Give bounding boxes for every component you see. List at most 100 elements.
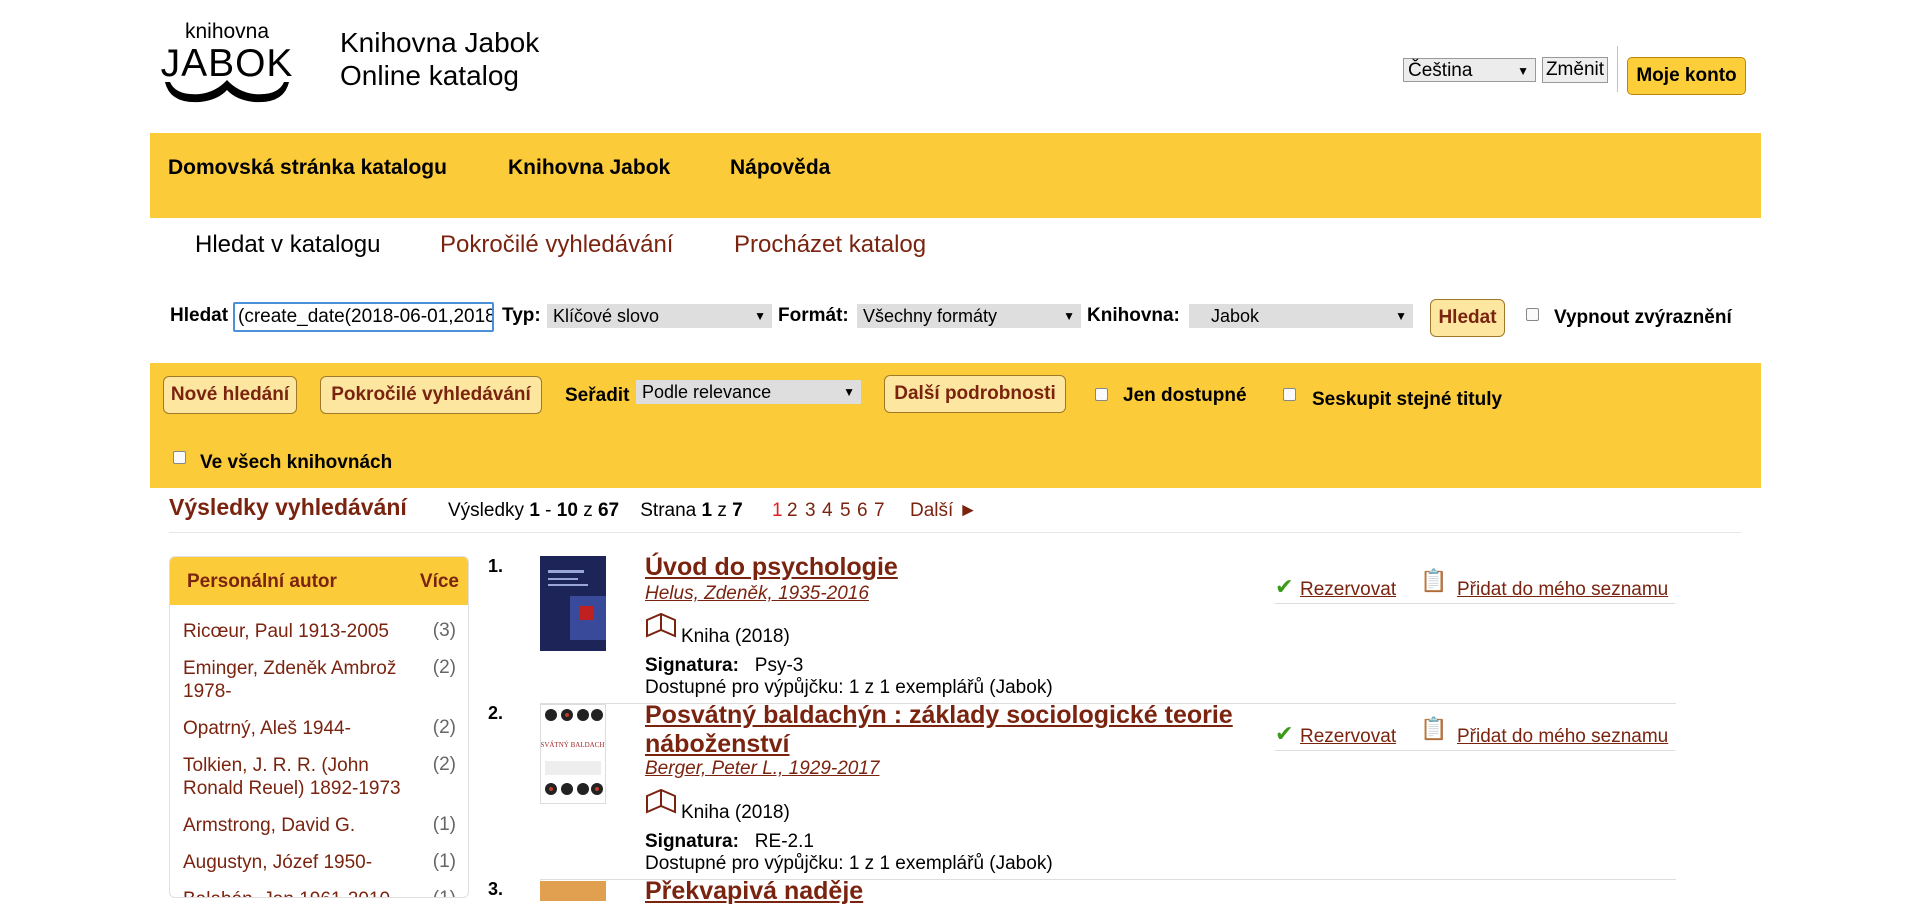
all-libraries-checkbox[interactable]: [173, 451, 186, 464]
author-facet: Personální autor Více Ricœur, Paul 1913-…: [169, 556, 469, 898]
checkmark-icon: ✔: [1275, 721, 1294, 746]
library-select[interactable]: Jabok ▼: [1189, 304, 1413, 328]
page-link[interactable]: 4: [822, 499, 833, 523]
record-number: 2.: [488, 703, 504, 723]
reserve-link[interactable]: Rezervovat: [1300, 579, 1396, 601]
page-link-active[interactable]: 1: [772, 499, 783, 523]
search-input[interactable]: (create_date(2018-06-01,2018: [233, 302, 494, 332]
facet-count: (2): [432, 657, 456, 678]
facet-count: (1): [433, 888, 456, 897]
library-select-value: Jabok: [1211, 306, 1260, 326]
record-number: 1.: [488, 556, 504, 576]
main-nav: Domovská stránka katalogu Knihovna Jabok…: [150, 133, 1761, 218]
facet-author-link[interactable]: Ricœur, Paul 1913-2005: [183, 620, 413, 643]
more-details-button[interactable]: Další podrobnosti: [884, 375, 1066, 413]
page-link[interactable]: 6: [857, 499, 868, 523]
page-link[interactable]: 3: [805, 499, 816, 523]
record-number: 3.: [488, 879, 504, 899]
dropdown-arrow-icon: ▼: [754, 309, 766, 323]
new-search-button[interactable]: Nové hledání: [163, 376, 297, 414]
library-label: Knihovna:: [1087, 305, 1180, 326]
logo-small-text: knihovna: [185, 20, 269, 43]
record-title-link[interactable]: Úvod do psychologie: [645, 553, 898, 582]
book-cover[interactable]: [540, 881, 606, 901]
available-only-checkbox[interactable]: [1095, 388, 1108, 401]
all-libraries-label: Ve všech knihovnách: [200, 452, 393, 473]
record-author-link[interactable]: Helus, Zdeněk, 1935-2016: [645, 583, 869, 605]
facet-author-link[interactable]: Opatrný, Aleš 1944-: [183, 717, 413, 740]
change-language-button[interactable]: Změnit: [1542, 57, 1608, 83]
results-of: z: [583, 500, 593, 521]
language-select[interactable]: Čeština ▼: [1403, 58, 1536, 82]
facet-count: (1): [432, 851, 456, 872]
call-number-value: Psy-3: [754, 655, 804, 676]
facet-count: (3): [432, 620, 456, 641]
format-label: Formát:: [778, 305, 849, 326]
book-icon: [645, 788, 677, 816]
facet-author-link[interactable]: Tolkien, J. R. R. (John Ronald Reuel) 18…: [183, 754, 413, 800]
reserve-link[interactable]: Rezervovat: [1300, 726, 1396, 748]
dropdown-arrow-icon: ▼: [1517, 64, 1529, 78]
book-cover[interactable]: [540, 556, 606, 651]
cover-title-text: POSVÁTNÝ BALDACHÝN: [541, 741, 605, 749]
nav-library[interactable]: Knihovna Jabok: [508, 155, 670, 181]
clipboard-icon: 📋: [1420, 568, 1448, 593]
header-divider: [1617, 46, 1618, 92]
library-logo[interactable]: knihovna JABOK: [160, 20, 295, 112]
action-divider: [1275, 750, 1675, 751]
tab-search-catalog[interactable]: Hledat v katalogu: [195, 232, 380, 258]
facet-title: Personální autor: [187, 571, 337, 592]
call-number-label: Signatura:: [645, 831, 739, 852]
page-current: 1: [701, 500, 713, 521]
my-account-button[interactable]: Moje konto: [1627, 57, 1746, 95]
results-dash: -: [545, 500, 552, 521]
search-submit-button[interactable]: Hledat: [1430, 299, 1505, 337]
highlight-checkbox[interactable]: [1526, 308, 1539, 321]
results-heading: Výsledky vyhledávání: [169, 494, 407, 520]
page-link[interactable]: 2: [787, 499, 798, 523]
tab-browse-catalog[interactable]: Procházet katalog: [734, 232, 926, 258]
record-call-number: Signatura: Psy-3: [645, 655, 803, 677]
facet-author-link[interactable]: Eminger, Zdeněk Ambrož 1978-: [183, 657, 413, 703]
results-from: 1: [529, 500, 540, 521]
page-link[interactable]: 5: [840, 499, 851, 523]
highlight-label: Vypnout zvýraznění: [1554, 307, 1732, 328]
action-divider: [1275, 603, 1675, 604]
record-title-link[interactable]: Posvátný baldachýn : základy sociologick…: [645, 701, 1265, 759]
add-to-list-link[interactable]: Přidat do mého seznamu: [1457, 579, 1668, 601]
nav-help[interactable]: Nápověda: [730, 155, 830, 181]
type-select-value: Klíčové slovo: [553, 306, 660, 326]
facet-author-link[interactable]: Armstrong, David G.: [183, 814, 413, 837]
available-only-label: Jen dostupné: [1123, 385, 1247, 406]
add-to-list-link[interactable]: Přidat do mého seznamu: [1457, 726, 1668, 748]
record-type: Kniha (2018): [681, 626, 790, 647]
type-select[interactable]: Klíčové slovo ▼: [547, 304, 772, 328]
page-link[interactable]: 7: [874, 499, 885, 523]
nav-catalog-home[interactable]: Domovská stránka katalogu: [168, 155, 447, 181]
call-number-value: RE-2.1: [754, 831, 814, 852]
advanced-search-button[interactable]: Pokročilé vyhledávání: [320, 376, 542, 414]
facet-more-link[interactable]: Více: [420, 571, 459, 593]
record-author-link[interactable]: Berger, Peter L., 1929-2017: [645, 758, 880, 780]
group-titles-checkbox[interactable]: [1283, 388, 1296, 401]
facet-header: Personální autor Více: [170, 557, 468, 605]
dropdown-arrow-icon: ▼: [843, 385, 855, 399]
dropdown-arrow-icon: ▼: [1395, 309, 1407, 323]
language-value: Čeština: [1408, 60, 1473, 81]
results-toolbar: Nové hledání Pokročilé vyhledávání Seřad…: [150, 363, 1761, 488]
record-availability: Dostupné pro výpůjčku: 1 z 1 exemplářů (…: [645, 853, 1053, 874]
group-titles-label: Seskupit stejné tituly: [1312, 389, 1503, 410]
facet-author-link[interactable]: Augustyn, Józef 1950-: [183, 851, 413, 874]
page-of: z: [717, 500, 727, 521]
sort-select[interactable]: Podle relevance ▼: [636, 380, 861, 404]
facet-author-link[interactable]: Balabán, Jan 1961-2010: [183, 888, 413, 897]
sort-select-value: Podle relevance: [642, 382, 772, 402]
site-title: Knihovna Jabok Online katalog: [340, 26, 539, 92]
next-page-link[interactable]: Další ►: [910, 499, 977, 523]
results-prefix: Výsledky: [448, 500, 525, 521]
book-cover[interactable]: POSVÁTNÝ BALDACHÝN: [531, 704, 615, 804]
dropdown-arrow-icon: ▼: [1063, 309, 1075, 323]
format-select[interactable]: Všechny formáty ▼: [857, 304, 1081, 328]
checkmark-icon: ✔: [1275, 574, 1294, 599]
tab-advanced-search[interactable]: Pokročilé vyhledávání: [440, 232, 673, 258]
